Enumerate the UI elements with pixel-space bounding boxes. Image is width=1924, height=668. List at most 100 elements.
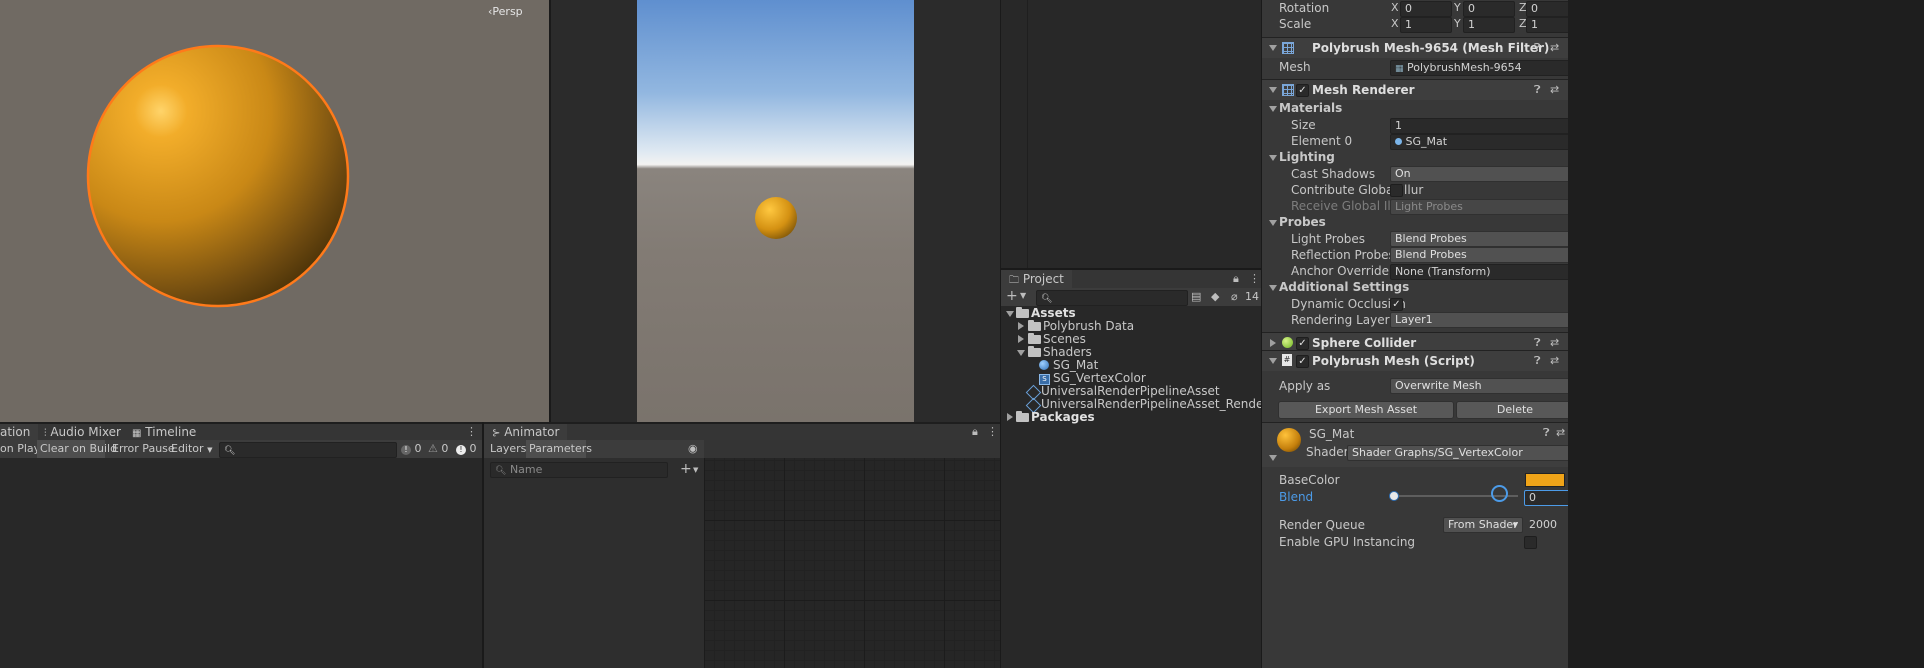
folder-icon (1016, 307, 1029, 318)
rotation-y-field[interactable]: 0 (1463, 1, 1515, 17)
probes-foldout[interactable]: Probes (1279, 214, 1326, 230)
materials-size-field[interactable]: 1 (1390, 118, 1576, 134)
dynamic-occlusion-checkbox[interactable]: ✓ (1390, 298, 1403, 311)
blend-value-field[interactable]: 0 (1524, 490, 1570, 506)
scale-z-field[interactable]: 1 (1526, 17, 1572, 33)
anchor-override-field[interactable]: None (Transform) (1390, 264, 1576, 280)
foldout-arrow-icon[interactable] (1269, 455, 1277, 461)
basecolor-label: BaseColor (1279, 473, 1340, 487)
collapsed-arrow-icon[interactable] (1018, 322, 1024, 330)
render-queue-dropdown[interactable]: From Shader ▼ (1443, 517, 1523, 533)
contribute-gi-label: Contribute Global Illur (1291, 183, 1424, 197)
tree-item-packages[interactable]: Packages (1031, 409, 1095, 425)
blend-slider-handle[interactable] (1389, 491, 1399, 501)
tab-layers[interactable]: Layers (490, 441, 526, 457)
filter-by-type-icon[interactable]: ▤ (1191, 290, 1201, 304)
add-parameter-icon[interactable]: + (680, 462, 692, 476)
rotation-x-field[interactable]: 0 (1400, 1, 1452, 17)
foldout-arrow-icon[interactable] (1269, 285, 1277, 291)
settings-icon[interactable]: ⇄ (1550, 336, 1559, 350)
render-queue-value-field[interactable]: 2000 (1524, 517, 1570, 533)
foldout-arrow-icon[interactable] (1269, 87, 1277, 93)
mesh-object-field[interactable]: ▦ PolybrushMesh-9654 (1390, 60, 1576, 76)
foldout-arrow-icon[interactable] (1269, 45, 1277, 51)
settings-icon[interactable]: ⇄ (1550, 354, 1559, 368)
polybrush-script-enabled-checkbox[interactable]: ✓ (1296, 355, 1309, 368)
foldout-arrow-icon[interactable] (1269, 358, 1277, 364)
rotation-z-field[interactable]: 0 (1526, 1, 1572, 17)
error-pause-toggle[interactable]: Error Pause (112, 441, 175, 457)
warning-count[interactable]: ⚠︎ 0 (428, 441, 448, 457)
lock-icon[interactable]: 🔒︎ (1233, 272, 1239, 286)
export-mesh-asset-button[interactable]: Export Mesh Asset (1278, 401, 1454, 419)
help-icon[interactable]: ❓︎ (1534, 83, 1541, 97)
animator-graph[interactable] (704, 440, 1000, 668)
mesh-renderer-enabled-checkbox[interactable]: ✓ (1296, 84, 1309, 97)
materials-foldout[interactable]: Materials (1279, 100, 1342, 116)
chevron-down-icon[interactable]: ▼ (1020, 289, 1026, 303)
foldout-collapsed-icon[interactable] (1270, 339, 1276, 347)
tab-audio-mixer[interactable]: ⫶ Audio Mixer (36, 424, 129, 440)
help-icon[interactable]: ❓︎ (1534, 336, 1541, 350)
more-options-icon[interactable]: ⋮ (1249, 272, 1260, 286)
parameter-search-input[interactable]: 🔍︎ Name (490, 462, 668, 478)
eye-icon[interactable]: ◉ (688, 442, 698, 456)
scene-view[interactable]: ‹Persp (0, 0, 549, 422)
more-options-icon[interactable]: ⋮ (466, 425, 477, 439)
scale-x-field[interactable]: 1 (1400, 17, 1452, 33)
axis-x-label: X (1391, 17, 1399, 30)
foldout-arrow-icon[interactable] (1269, 106, 1277, 112)
animator-sidebar: Layers Parameters ◉ 🔍︎ Name + ▼ (484, 440, 704, 668)
error-pause-on-play-toggle[interactable]: on Play (0, 441, 40, 457)
expand-arrow-icon[interactable] (1006, 311, 1014, 317)
basecolor-swatch[interactable] (1525, 473, 1565, 487)
additional-settings-foldout[interactable]: Additional Settings (1279, 279, 1409, 295)
expand-arrow-icon[interactable] (1017, 350, 1025, 356)
rendering-layer-dropdown[interactable]: Layer1 (1390, 312, 1576, 328)
help-icon[interactable]: ❓︎ (1534, 41, 1541, 55)
tab-animator[interactable]: ⊱ Animator (484, 424, 568, 440)
help-icon[interactable]: ❓︎ (1534, 354, 1541, 368)
cast-shadows-dropdown[interactable]: On (1390, 166, 1576, 182)
tab-project[interactable]: 🗀 Project (1001, 270, 1072, 288)
settings-icon[interactable]: ⇄ (1550, 83, 1559, 97)
label-icon[interactable]: ◆ (1211, 290, 1219, 304)
collapsed-arrow-icon[interactable] (1018, 335, 1024, 343)
help-icon[interactable]: ❓︎ (1543, 426, 1550, 440)
settings-icon[interactable]: ⇄ (1556, 426, 1565, 440)
scale-y-field[interactable]: 1 (1463, 17, 1515, 33)
lighting-foldout[interactable]: Lighting (1279, 149, 1335, 165)
sphere-collider-enabled-checkbox[interactable]: ✓ (1296, 337, 1309, 350)
foldout-arrow-icon[interactable] (1269, 155, 1277, 161)
apply-as-dropdown[interactable]: Overwrite Mesh (1390, 378, 1576, 394)
settings-icon[interactable]: ⇄ (1550, 41, 1559, 55)
shader-dropdown[interactable]: Shader Graphs/SG_VertexColor (1347, 445, 1573, 461)
foldout-arrow-icon[interactable] (1269, 220, 1277, 226)
chevron-down-icon[interactable]: ▼ (693, 463, 698, 477)
log-count[interactable]: ! 0 (401, 441, 422, 457)
breadcrumb-bar (704, 440, 1000, 458)
persp-label[interactable]: ‹Persp (488, 4, 523, 20)
anchor-override-label: Anchor Override (1291, 264, 1390, 278)
console-search-input[interactable]: 🔍︎ (219, 442, 397, 458)
error-count[interactable]: ! 0 (456, 441, 477, 457)
lock-icon[interactable]: 🔒︎ (972, 425, 978, 439)
reflection-probes-dropdown[interactable]: Blend Probes (1390, 247, 1576, 263)
more-options-icon[interactable]: ⋮ (987, 425, 998, 439)
game-view[interactable] (637, 0, 914, 422)
project-search-input[interactable]: 🔍︎ (1036, 290, 1188, 306)
panel-divider[interactable] (1001, 268, 1261, 270)
scene-sphere[interactable] (0, 0, 549, 422)
delete-button[interactable]: Delete (1456, 401, 1574, 419)
tab-parameters[interactable]: Parameters (529, 441, 592, 457)
light-probes-dropdown[interactable]: Blend Probes (1390, 231, 1576, 247)
element0-object-field[interactable]: SG_Mat (1390, 134, 1576, 150)
collapsed-arrow-icon[interactable] (1007, 413, 1013, 421)
contribute-gi-checkbox[interactable] (1390, 184, 1403, 197)
add-icon[interactable]: + (1006, 289, 1018, 303)
tab-timeline[interactable]: ▦ Timeline (124, 424, 204, 440)
editor-dropdown[interactable]: Editor ▼ (171, 441, 212, 458)
hidden-packages-icon[interactable]: ⌀ (1231, 290, 1238, 304)
gpu-instancing-checkbox[interactable] (1524, 536, 1537, 549)
tab-animation[interactable]: ation (0, 424, 39, 440)
